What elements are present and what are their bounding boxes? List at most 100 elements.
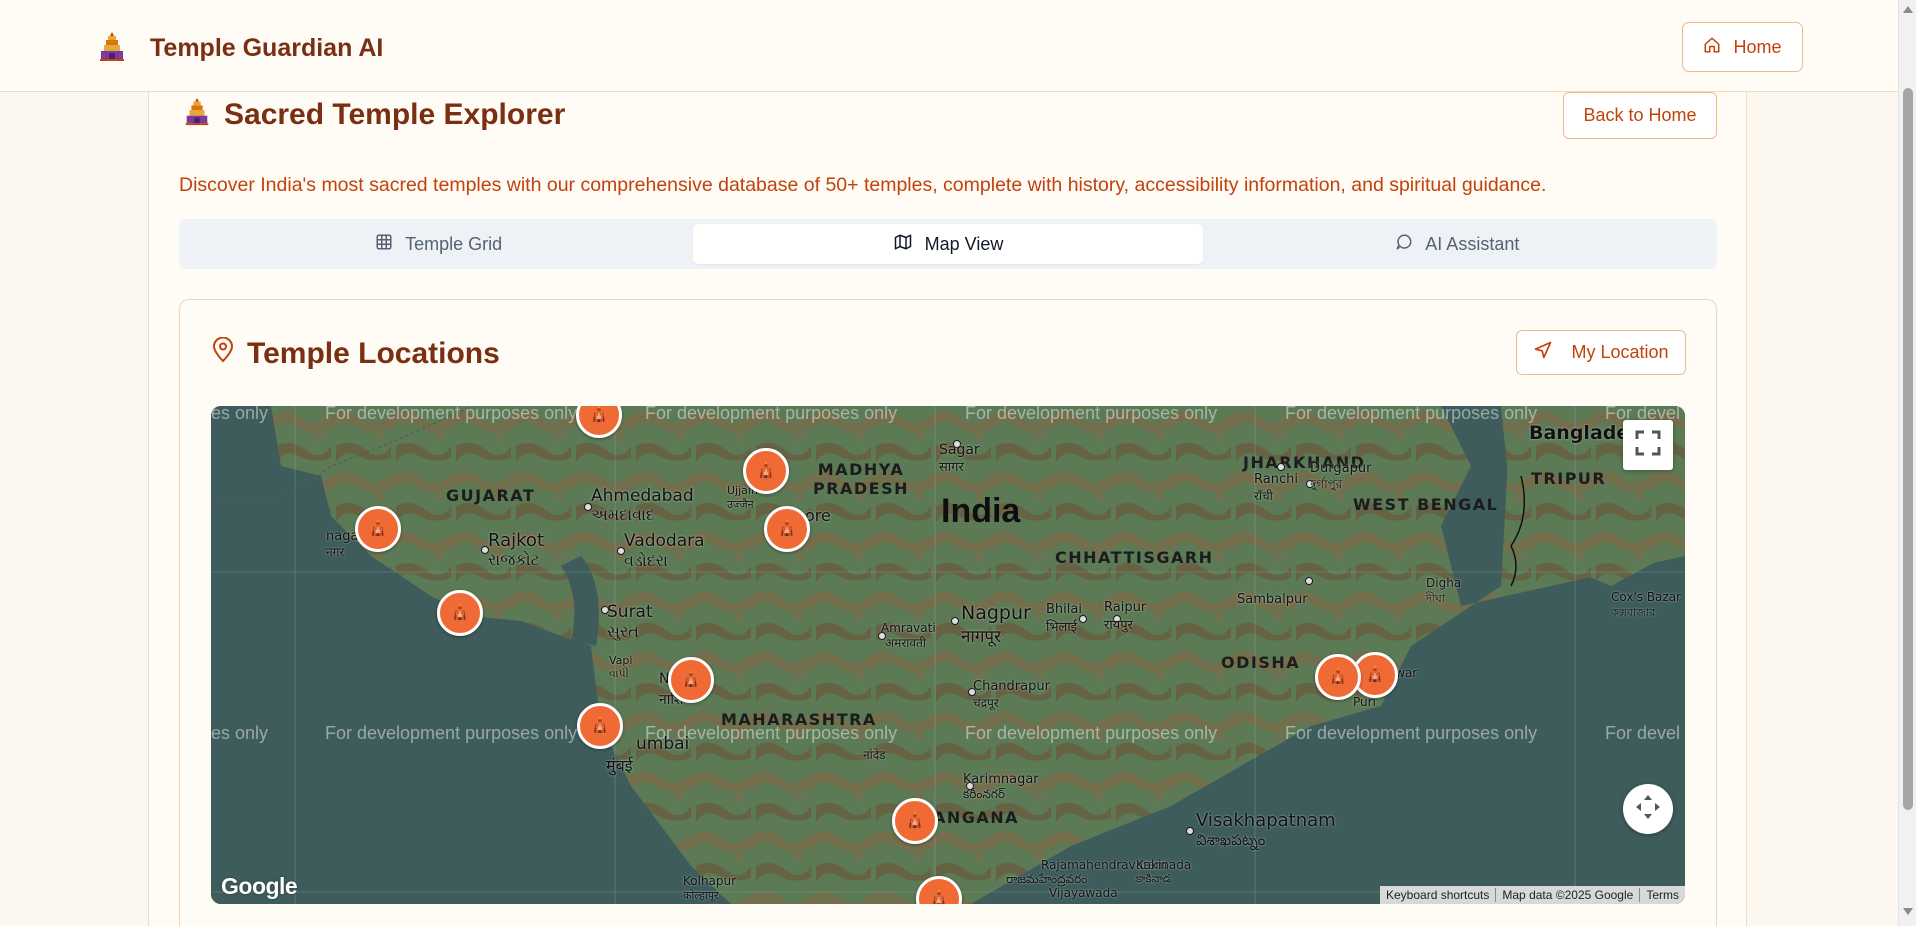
city-label-local: విశాఖపట్నం: [1196, 831, 1266, 849]
city-label: Bhilai: [1046, 602, 1082, 617]
city-label-local: দুর্গাপুর: [1310, 477, 1343, 491]
map-data-credit: Map data ©2025 Google: [1495, 888, 1639, 902]
city-label: Kakinada: [1136, 858, 1192, 872]
temple-icon: 🛕: [929, 891, 949, 904]
state-label: MADHYA PRADESH: [812, 460, 910, 498]
temple-icon: 🛕: [905, 813, 925, 830]
city-dot: [1186, 827, 1194, 835]
section-title-text: Temple Locations: [247, 337, 500, 370]
temple-marker[interactable]: 🛕: [355, 506, 401, 552]
city-label: Visakhapatnam: [1196, 810, 1336, 831]
state-label: GUJARAT: [446, 486, 536, 505]
temple-icon: 🛕: [590, 718, 610, 735]
map-pin-icon: [211, 336, 235, 371]
city-label-local: रायपुर: [1104, 618, 1133, 633]
city-label: Sagar: [939, 442, 980, 458]
chat-icon: [1395, 233, 1413, 256]
tab-label: Temple Grid: [405, 233, 503, 254]
brand-title: Temple Guardian AI: [150, 34, 384, 62]
city-label-local: कोल्हापूर: [683, 889, 719, 902]
city-label-local: नागपूर: [961, 627, 1002, 647]
city-label-local: কক্সবাজার: [1611, 606, 1656, 619]
city-label: Nagpur: [961, 602, 1031, 624]
temple-icon: 🛕: [756, 463, 776, 480]
temple-icon: 🛕: [368, 521, 388, 538]
city-label: Ahmedabad: [591, 486, 694, 506]
scroll-down-arrow-icon[interactable]: [1903, 908, 1913, 915]
home-icon: [1703, 36, 1721, 59]
city-label: Sambalpur: [1237, 592, 1308, 607]
map-watermark: es only: [211, 723, 269, 743]
home-button[interactable]: Home: [1682, 22, 1803, 72]
city-label-local: उज्जैन: [727, 498, 754, 511]
page-title: Sacred Temple Explorer: [182, 96, 565, 134]
map-terrain: [211, 406, 1685, 904]
temple-icon: 🛕: [589, 407, 609, 424]
map-watermark: For development purposes only: [645, 406, 898, 423]
city-label: Raipur: [1104, 600, 1147, 615]
city-label-local: కరీంనగర్: [963, 787, 1006, 801]
city-label: Vadodara: [624, 531, 705, 551]
fullscreen-icon: [1635, 430, 1661, 461]
temple-icon: [182, 96, 212, 134]
temple-marker[interactable]: 🛕: [1315, 654, 1361, 700]
temple-marker[interactable]: 🛕: [668, 657, 714, 703]
terms-link[interactable]: Terms: [1639, 888, 1685, 902]
city-label-local: सागर: [939, 460, 964, 475]
keyboard-shortcuts-link[interactable]: Keyboard shortcuts: [1380, 888, 1495, 902]
map-watermark: For development purposes only: [325, 723, 578, 743]
view-tabs: Temple Grid Map View AI Assistant: [179, 219, 1717, 269]
camera-control-button[interactable]: [1623, 784, 1673, 834]
city-label-local: રાજકોટ: [488, 550, 540, 569]
temple-marker[interactable]: 🛕: [764, 506, 810, 552]
city-label-local: વડોદરા: [624, 551, 668, 570]
map-watermark: For devel: [1605, 723, 1681, 743]
google-logo[interactable]: Google: [221, 873, 298, 900]
country-label: India: [941, 492, 1021, 530]
temple-marker[interactable]: 🛕: [437, 590, 483, 636]
city-label: Karimnagar: [963, 772, 1039, 787]
brand[interactable]: Temple Guardian AI: [96, 30, 383, 67]
fullscreen-button[interactable]: [1623, 420, 1673, 470]
temple-icon: 🛕: [1328, 669, 1348, 686]
temple-icon: 🛕: [450, 605, 470, 622]
temple-marker[interactable]: 🛕: [892, 798, 938, 844]
city-label-local: चंद्रपूर: [973, 696, 999, 710]
map-watermark: For development purposes only: [1285, 723, 1538, 743]
state-label: WEST BENGAL: [1353, 495, 1499, 514]
home-button-label: Home: [1733, 36, 1782, 57]
city-label: Cox's Bazar: [1611, 590, 1681, 604]
page-scrollbar[interactable]: [1898, 0, 1916, 926]
temple-marker[interactable]: 🛕: [577, 703, 623, 749]
my-location-button[interactable]: My Location: [1516, 330, 1686, 375]
city-label-local: नांदेड: [863, 748, 886, 762]
temple-marker[interactable]: 🛕: [743, 448, 789, 494]
city-label: Vijayawada: [1049, 886, 1118, 900]
temple-logo-icon: [96, 30, 128, 67]
state-label: MAHARASHTRA: [721, 710, 877, 729]
city-label-local: अमरावती: [885, 636, 926, 650]
map-watermark: For development purposes only: [965, 723, 1218, 743]
city-dot: [1305, 577, 1313, 585]
city-label: umbai: [636, 734, 690, 754]
city-label-local: भिलाई: [1046, 620, 1078, 635]
temple-map[interactable]: es only For development purposes only Fo…: [211, 406, 1685, 904]
city-label-local: અમદાવાદ: [591, 505, 655, 524]
scroll-up-arrow-icon[interactable]: [1903, 6, 1913, 13]
scroll-thumb[interactable]: [1903, 88, 1913, 810]
city-label: Surat: [607, 602, 653, 622]
city-label-local: দীঘা: [1426, 592, 1445, 605]
back-to-home-button[interactable]: Back to Home: [1563, 92, 1717, 139]
city-label-local: વાપી: [609, 667, 629, 680]
map-watermark: For development purposes only: [965, 406, 1218, 423]
country-label-bangladesh: Banglade: [1529, 422, 1630, 444]
tab-label: AI Assistant: [1425, 233, 1520, 254]
temple-icon: 🛕: [777, 521, 797, 538]
tab-ai-assistant[interactable]: AI Assistant: [1203, 224, 1712, 264]
tab-temple-grid[interactable]: Temple Grid: [184, 224, 693, 264]
map-icon: [893, 233, 913, 256]
city-label-local: కాకినాడ: [1136, 872, 1171, 885]
city-label: Ranchi: [1254, 472, 1298, 487]
city-label: Durgapur: [1310, 461, 1372, 476]
tab-map-view[interactable]: Map View: [693, 224, 1203, 264]
